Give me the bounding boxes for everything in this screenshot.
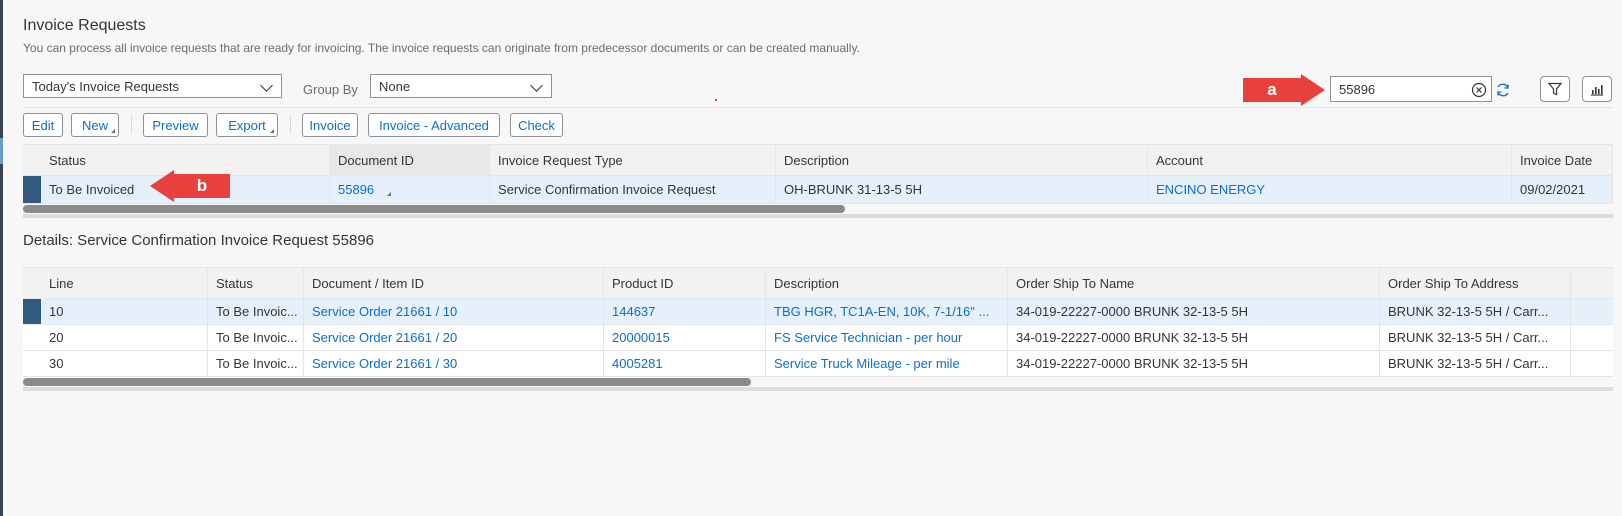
group-by-select[interactable]: None [370, 74, 552, 98]
row-selector[interactable] [23, 176, 41, 203]
group-by-label: Group By [303, 82, 358, 97]
cell-status: To Be Invoic... [208, 299, 304, 324]
table-header: Line Status Document / Item ID Product I… [23, 267, 1613, 299]
column-header-type[interactable]: Invoice Request Type [490, 145, 776, 175]
cursor-artifact [715, 99, 717, 101]
column-header-status[interactable]: Status [208, 268, 304, 298]
cell-account[interactable]: ENCINO ENERGY [1148, 176, 1512, 203]
new-button[interactable]: New [71, 113, 119, 137]
invoice-button[interactable]: Invoice [302, 113, 358, 137]
cell-status: To Be Invoic... [208, 351, 304, 376]
cell-ship-to-name: 34-019-22227-0000 BRUNK 32-13-5 5H [1008, 325, 1380, 350]
new-button-label: New [81, 117, 108, 133]
search-input[interactable]: 55896 [1330, 76, 1509, 102]
annotation-label-a: a [1267, 80, 1277, 99]
chevron-down-icon [260, 79, 273, 92]
cell-product-id[interactable]: 144637 [604, 299, 766, 324]
refresh-icon[interactable] [1495, 82, 1511, 98]
chevron-down-icon [530, 79, 543, 92]
column-header-description[interactable]: Description [776, 145, 1148, 175]
preview-button-label: Preview [152, 117, 199, 133]
annotation-label-b: b [196, 176, 208, 195]
chart-icon [1591, 85, 1603, 96]
cell-item-id[interactable]: Service Order 21661 / 30 [304, 351, 604, 376]
page-title: Invoice Requests [23, 17, 146, 34]
view-select[interactable]: Today's Invoice Requests [23, 74, 282, 98]
details-table: Line Status Document / Item ID Product I… [23, 267, 1613, 397]
menu-indicator-icon [387, 192, 391, 196]
cell-document-id[interactable]: 55896 [330, 176, 490, 203]
scrollbar-track [23, 387, 1613, 391]
horizontal-scrollbar[interactable] [23, 378, 751, 386]
invoice-advanced-button[interactable]: Invoice - Advanced [368, 113, 500, 137]
cell-product-id[interactable]: 20000015 [604, 325, 766, 350]
invoice-advanced-button-label: Invoice - Advanced [379, 117, 489, 133]
cell-ship-to-address: BRUNK 32-13-5 5H / Carr... [1380, 299, 1571, 324]
toolbar-separator [131, 116, 132, 134]
menu-indicator-icon [111, 129, 115, 133]
cell-line: 20 [41, 325, 208, 350]
cell-status: To Be Invoic... [208, 325, 304, 350]
column-header-product-id[interactable]: Product ID [604, 268, 766, 298]
menu-indicator-icon [270, 129, 274, 133]
column-header-account[interactable]: Account [1148, 145, 1512, 175]
cell-ship-to-address: BRUNK 32-13-5 5H / Carr... [1380, 351, 1571, 376]
cell-product-id[interactable]: 4005281 [604, 351, 766, 376]
cell-description[interactable]: FS Service Technician - per hour [766, 325, 1008, 350]
cell-invoice-date: 09/02/2021 [1512, 176, 1613, 203]
cell-ship-to-address: BRUNK 32-13-5 5H / Carr... [1380, 325, 1571, 350]
scrollbar-track [23, 214, 1613, 218]
edit-button[interactable]: Edit [23, 113, 63, 137]
table-row[interactable]: 10 To Be Invoic... Service Order 21661 /… [23, 299, 1613, 325]
table-row[interactable]: 30 To Be Invoic... Service Order 21661 /… [23, 351, 1613, 377]
column-header-description[interactable]: Description [766, 268, 1008, 298]
toolbar-separator [290, 116, 291, 134]
page-subtitle: You can process all invoice requests tha… [23, 41, 860, 55]
filter-icon [1547, 82, 1563, 96]
column-header-ship-to-name[interactable]: Order Ship To Name [1008, 268, 1380, 298]
chart-button[interactable] [1582, 76, 1612, 102]
table-row[interactable]: 20 To Be Invoic... Service Order 21661 /… [23, 325, 1613, 351]
cell-ship-to-name: 34-019-22227-0000 BRUNK 32-13-5 5H [1008, 351, 1380, 376]
details-title: Details: Service Confirmation Invoice Re… [23, 232, 375, 249]
search-value: 55896 [1339, 82, 1376, 97]
invoice-requests-table: Status Document ID Invoice Request Type … [23, 144, 1613, 219]
cell-line: 10 [41, 299, 208, 324]
edit-button-label: Edit [31, 117, 55, 133]
cell-description[interactable]: TBG HGR, TC1A-EN, 10K, 7-1/16" ... [766, 299, 1008, 324]
check-button-label: Check [518, 117, 555, 133]
table-header: Status Document ID Invoice Request Type … [23, 144, 1613, 176]
cell-description[interactable]: Service Truck Mileage - per mile [766, 351, 1008, 376]
column-header-line[interactable]: Line [41, 268, 208, 298]
cell-item-id[interactable]: Service Order 21661 / 20 [304, 325, 604, 350]
column-header-document-id[interactable]: Document ID [330, 145, 490, 175]
group-by-value: None [379, 79, 411, 94]
document-id-link[interactable]: 55896 [338, 182, 374, 197]
shell-edge-marker [0, 138, 3, 164]
cell-line: 30 [41, 351, 208, 376]
shell-left-edge [0, 0, 3, 516]
preview-button[interactable]: Preview [143, 113, 208, 137]
column-header-item-id[interactable]: Document / Item ID [304, 268, 604, 298]
invoice-button-label: Invoice [309, 117, 351, 133]
export-button-label: Export [228, 117, 266, 133]
export-button[interactable]: Export [216, 113, 278, 137]
filter-button[interactable] [1540, 76, 1570, 102]
column-header-ship-to-address[interactable]: Order Ship To Address [1380, 268, 1571, 298]
cell-ship-to-name: 34-019-22227-0000 BRUNK 32-13-5 5H [1008, 299, 1380, 324]
cell-type: Service Confirmation Invoice Request [490, 176, 776, 203]
check-button[interactable]: Check [510, 113, 563, 137]
table-row[interactable]: To Be Invoiced 55896 Service Confirmatio… [23, 176, 1613, 204]
cell-item-id[interactable]: Service Order 21661 / 10 [304, 299, 604, 324]
toolbar-divider [23, 107, 1613, 108]
view-select-value: Today's Invoice Requests [32, 79, 180, 94]
column-header-invoice-date[interactable]: Invoice Date [1512, 145, 1613, 175]
cell-description: OH-BRUNK 31-13-5 5H [776, 176, 1148, 203]
clear-icon[interactable] [1471, 82, 1487, 98]
row-selector[interactable] [23, 299, 41, 324]
horizontal-scrollbar[interactable] [23, 205, 845, 213]
